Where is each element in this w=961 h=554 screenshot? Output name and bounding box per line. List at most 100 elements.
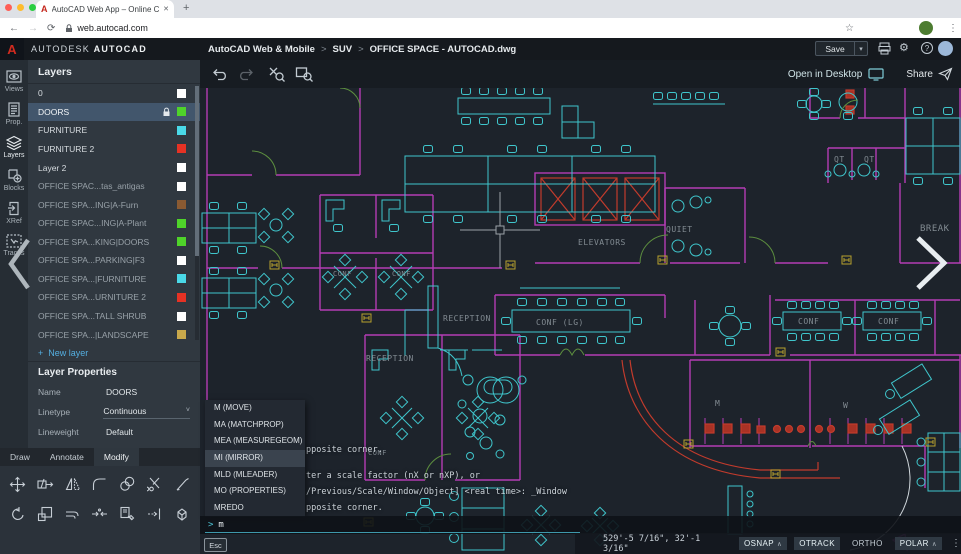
status-menu-icon[interactable]: ⋮ <box>951 538 961 549</box>
zoom-window-icon[interactable] <box>295 66 314 82</box>
command-suggestion[interactable]: MEA (MEASUREGEOM) <box>205 433 305 450</box>
explode-tool-icon[interactable] <box>169 502 196 526</box>
layer-row[interactable]: Layer 2 <box>28 158 200 177</box>
pan-right-chevron[interactable] <box>912 234 952 292</box>
command-suggestion[interactable]: MA (MATCHPROP) <box>205 417 305 434</box>
layer-color-swatch[interactable] <box>177 292 186 302</box>
layer-row[interactable]: FURNITURE 2 <box>28 140 200 159</box>
stretch-tool-icon[interactable] <box>31 472 58 496</box>
browser-menu-icon[interactable]: ⋮ <box>948 23 958 34</box>
copy-tool-icon[interactable] <box>114 472 141 496</box>
status-toggle[interactable]: ORTHO <box>847 537 888 550</box>
maximize-window-icon[interactable] <box>29 4 36 11</box>
sidebar-item-views[interactable]: Views <box>5 70 23 93</box>
rotate-tool-icon[interactable] <box>4 502 31 526</box>
window-controls[interactable] <box>5 4 36 11</box>
status-toggle[interactable]: OSNAP ∧ <box>739 537 788 550</box>
layer-color-swatch[interactable] <box>177 125 186 135</box>
property-value[interactable]: Default <box>106 427 133 437</box>
chevron-up-icon[interactable]: ∧ <box>932 540 937 548</box>
property-value[interactable]: DOORS <box>106 387 137 397</box>
layer-row[interactable]: OFFICE SPAC...tas_antigas <box>28 177 200 196</box>
status-toggle[interactable]: POLAR ∧ <box>894 537 942 550</box>
user-avatar[interactable] <box>938 41 953 56</box>
layer-color-swatch[interactable] <box>177 218 186 228</box>
layer-row[interactable]: OFFICE SPA...TALL SHRUB <box>28 307 200 326</box>
layer-color-swatch[interactable] <box>177 237 186 247</box>
layer-color-swatch[interactable] <box>177 144 186 154</box>
layer-color-swatch[interactable] <box>177 200 186 210</box>
drawing-area[interactable]: Open in Desktop Share ELEVATORS QUIET QT… <box>200 60 961 554</box>
sidebar-item-properties[interactable]: Prop. <box>6 102 22 126</box>
fillet-tool-icon[interactable] <box>86 472 113 496</box>
command-suggestion[interactable]: MREDO <box>205 500 305 517</box>
layer-color-swatch[interactable] <box>177 88 186 98</box>
layer-row[interactable]: DOORS <box>28 102 200 122</box>
status-toggle[interactable]: OTRACK <box>794 537 840 550</box>
scale-tool-icon[interactable] <box>31 502 58 526</box>
layer-row[interactable]: OFFICE SPA...PARKING|F3 <box>28 251 200 270</box>
chamfer-tool-icon[interactable] <box>169 472 196 496</box>
forward-icon[interactable]: → <box>28 23 38 34</box>
escape-button[interactable]: Esc <box>204 538 227 552</box>
bookmark-star-icon[interactable]: ☆ <box>845 23 854 34</box>
linetype-select[interactable]: Continuous ˅ <box>103 406 190 419</box>
sidebar-item-xref[interactable]: XRef <box>6 201 22 225</box>
layer-row[interactable]: OFFICE SPA...|LANDSCAPE <box>28 325 200 344</box>
address-field[interactable]: web.autocad.com <box>65 23 148 33</box>
ribbon-tab[interactable]: Modify <box>93 448 139 466</box>
reload-icon[interactable]: ⟳ <box>47 23 55 34</box>
command-suggestion[interactable]: MLD (MLEADER) <box>205 467 305 484</box>
mirror-tool-icon[interactable] <box>59 472 86 496</box>
sidebar-item-blocks[interactable]: Blocks <box>4 168 24 192</box>
lock-icon[interactable] <box>162 107 171 117</box>
command-input-bar[interactable]: > m <box>200 516 961 534</box>
layer-color-swatch[interactable] <box>177 163 186 173</box>
zoom-selection-icon[interactable] <box>268 66 286 82</box>
match-properties-tool-icon[interactable] <box>114 502 141 526</box>
layer-row[interactable]: FURNITURE <box>28 121 200 140</box>
join-tool-icon[interactable] <box>86 502 113 526</box>
panel-scrollbar-thumb[interactable] <box>195 86 199 256</box>
minimize-window-icon[interactable] <box>17 4 24 11</box>
tab-close-icon[interactable]: ✕ <box>163 5 169 13</box>
command-suggestion[interactable]: MI (MIRROR) <box>205 450 305 467</box>
layer-row[interactable]: OFFICE SPA...KING|DOORS <box>28 233 200 252</box>
chevron-up-icon[interactable]: ∧ <box>777 540 782 548</box>
layer-row[interactable]: OFFICE SPA...|FURNITURE <box>28 270 200 289</box>
autodesk-logo[interactable]: A <box>0 38 24 60</box>
save-caret-icon[interactable]: ▾ <box>855 45 867 53</box>
open-in-desktop-button[interactable]: Open in Desktop <box>788 67 885 81</box>
collapse-panel-chevron[interactable] <box>6 236 32 292</box>
layer-color-swatch[interactable] <box>177 311 186 321</box>
layer-row[interactable]: OFFICE SPAC...ING|A-Plant <box>28 214 200 233</box>
undo-icon[interactable] <box>212 67 229 81</box>
extend-tool-icon[interactable] <box>141 502 168 526</box>
offset-tool-icon[interactable] <box>59 502 86 526</box>
save-button[interactable]: Save ▾ <box>815 41 868 56</box>
print-icon[interactable] <box>878 42 891 55</box>
browser-profile-avatar[interactable] <box>919 21 933 35</box>
redo-icon[interactable] <box>237 67 254 81</box>
layer-color-swatch[interactable] <box>177 274 186 284</box>
back-icon[interactable]: ← <box>9 23 19 34</box>
layer-color-swatch[interactable] <box>177 107 186 117</box>
layer-row[interactable]: 0 <box>28 84 200 103</box>
new-layer-button[interactable]: + New layer <box>28 344 200 362</box>
close-window-icon[interactable] <box>5 4 12 11</box>
trim-tool-icon[interactable] <box>141 472 168 496</box>
share-button[interactable]: Share <box>906 67 953 81</box>
ribbon-tab[interactable]: Draw <box>0 448 40 466</box>
move-tool-icon[interactable] <box>4 472 31 496</box>
ribbon-tab[interactable]: Annotate <box>40 448 94 466</box>
layer-row[interactable]: OFFICE SPA...URNITURE 2 <box>28 288 200 307</box>
breadcrumb-folder[interactable]: SUV <box>333 44 353 55</box>
help-icon[interactable]: ? <box>921 42 933 54</box>
breadcrumb-root[interactable]: AutoCAD Web & Mobile <box>208 44 315 55</box>
command-suggestion[interactable]: MO (PROPERTIES) <box>205 483 305 500</box>
new-tab-button[interactable]: + <box>183 2 189 14</box>
layer-color-swatch[interactable] <box>177 181 186 191</box>
settings-gear-icon[interactable]: ⚙ <box>899 41 909 54</box>
browser-tab[interactable]: A AutoCAD Web App – Online CA ✕ <box>36 0 174 18</box>
layer-row[interactable]: OFFICE SPA...ING|A-Furn <box>28 195 200 214</box>
